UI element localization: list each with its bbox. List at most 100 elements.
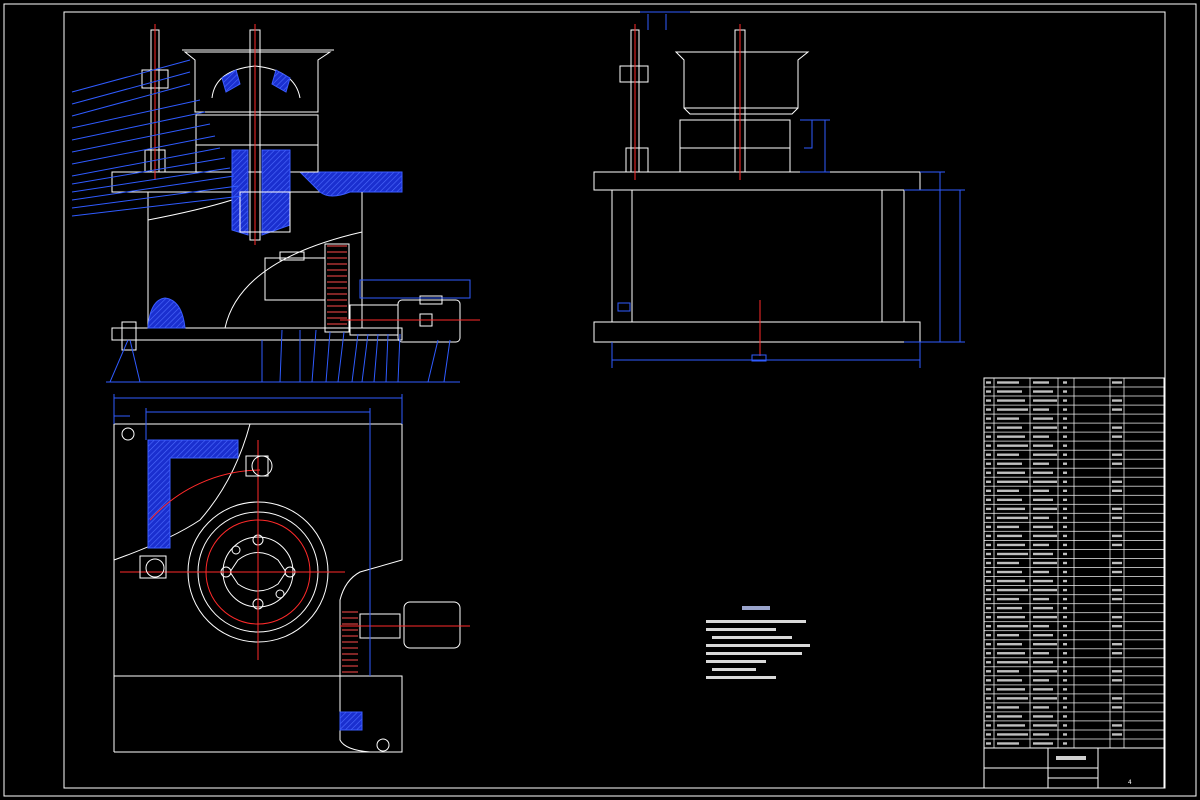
- parts-list-cell-mark: [997, 435, 1025, 438]
- bowl-cone-section: [221, 69, 241, 93]
- parts-list-cell-mark: [997, 733, 1028, 736]
- parts-list-cell-mark: [997, 381, 1019, 384]
- parts-list-cell-mark: [1063, 408, 1067, 411]
- motor-mount-bracket: [359, 279, 471, 299]
- cad-drawing-sheet: 4: [3, 3, 1197, 797]
- parts-list-cell-mark: [986, 679, 991, 682]
- parts-list-cell-mark: [986, 624, 991, 628]
- notes-line-5: [706, 652, 802, 655]
- parts-list-cell-mark: [997, 724, 1025, 727]
- plan-bolt-5: [231, 545, 241, 555]
- parts-list-cell-mark: [997, 715, 1022, 718]
- notes-line-4: [706, 644, 810, 647]
- parts-list-cell-mark: [997, 688, 1025, 691]
- gearbox-housing: [264, 257, 326, 301]
- side-bolt-left: [617, 302, 631, 312]
- front-elevation: [71, 24, 480, 383]
- parts-list-cell-mark: [997, 615, 1025, 619]
- bowl-cone-section-right: [271, 69, 291, 93]
- parts-list-cell-mark: [1063, 633, 1067, 637]
- parts-list-cell-mark: [1033, 381, 1049, 384]
- parts-list-cell-mark: [1063, 579, 1067, 583]
- parts-list-cell-mark: [1033, 715, 1053, 718]
- plan-corner-bolt-top: [121, 427, 135, 441]
- parts-list-cell-mark: [997, 652, 1025, 655]
- side-frame-window: [631, 189, 883, 323]
- parts-list-cell-mark: [1063, 733, 1067, 736]
- parts-list-cell-mark: [1033, 435, 1049, 438]
- parts-list-cell-mark: [986, 444, 991, 447]
- parts-list-cell-mark: [1063, 462, 1067, 465]
- parts-list-cell-mark: [997, 679, 1022, 682]
- parts-list-cell-mark: [1112, 507, 1122, 511]
- parts-list-cell-mark: [1112, 597, 1122, 601]
- parts-list-cell-mark: [997, 552, 1028, 556]
- parts-list-cell-mark: [997, 643, 1022, 646]
- parts-list-cell-mark: [1063, 624, 1067, 628]
- parts-list-cell-mark: [986, 706, 991, 709]
- parts-list-cell-mark: [1033, 733, 1049, 736]
- parts-list-cell-mark: [1063, 390, 1067, 393]
- parts-list-cell-mark: [986, 525, 991, 529]
- parts-list-cell-mark: [997, 471, 1025, 474]
- parts-list-cell-mark: [997, 417, 1019, 420]
- parts-list-cell-mark: [1063, 570, 1067, 574]
- plan-motor: [403, 601, 461, 649]
- side-frame: [611, 189, 905, 323]
- parts-list-cell-mark: [1063, 543, 1067, 547]
- belt-pulley-section: [327, 245, 347, 325]
- side-column-clamp: [619, 65, 649, 83]
- parts-list-cell-mark: [986, 480, 991, 483]
- parts-list-cell-mark: [986, 733, 991, 736]
- parts-list-cell-mark: [1063, 480, 1067, 483]
- parts-list-cell-mark: [997, 606, 1022, 610]
- parts-list-cell-mark: [997, 489, 1019, 493]
- parts-list-cell-mark: [997, 588, 1028, 592]
- side-elevation: [593, 11, 965, 368]
- parts-list-cell-mark: [1063, 507, 1067, 511]
- parts-list-cell-mark: [1063, 516, 1067, 520]
- parts-list-cell-mark: [986, 390, 991, 393]
- parts-list-cell-mark: [1112, 670, 1122, 673]
- parts-list-cell-mark: [997, 624, 1028, 628]
- parts-list-cell-mark: [986, 688, 991, 691]
- parts-list-cell-mark: [1033, 417, 1053, 420]
- parts-list-cell-mark: [986, 670, 991, 673]
- parts-list-cell-mark: [1112, 588, 1122, 592]
- parts-list-cell-mark: [1112, 489, 1122, 493]
- parts-list-cell-mark: [1063, 588, 1067, 592]
- parts-list-cell-mark: [1033, 507, 1057, 511]
- parts-list-cell-mark: [986, 453, 991, 456]
- title-block: 4: [983, 747, 1165, 789]
- parts-list-cell-mark: [1033, 633, 1053, 637]
- parts-list-cell-mark: [1033, 462, 1049, 465]
- parts-list-cell-mark: [1063, 661, 1067, 664]
- parts-list-cell-mark: [986, 561, 991, 565]
- base-plate: [111, 327, 403, 341]
- parts-list-cell-mark: [986, 381, 991, 384]
- parts-list-cell-mark: [1033, 615, 1057, 619]
- parts-list-cell-mark: [1063, 652, 1067, 655]
- parts-list-cell-mark: [1033, 453, 1057, 456]
- parts-list-cell-mark: [1063, 561, 1067, 565]
- anchor-bolt: [121, 321, 137, 351]
- parts-list-cell-mark: [997, 426, 1022, 429]
- parts-list-cell-mark: [1033, 679, 1049, 682]
- parts-list-cell-mark: [1112, 426, 1122, 429]
- parts-list-cell-mark: [997, 706, 1019, 709]
- parts-list-cell-mark: [1112, 624, 1122, 628]
- parts-list-cell-mark: [986, 715, 991, 718]
- notes-line-7: [712, 668, 756, 671]
- parts-list-cell-mark: [1063, 453, 1067, 456]
- parts-list-cell-mark: [1033, 498, 1053, 502]
- parts-list-cell-mark: [1063, 742, 1067, 745]
- parts-list-cell-mark: [1063, 426, 1067, 429]
- parts-list-cell-mark: [986, 399, 991, 402]
- parts-list-cell-mark: [997, 462, 1022, 465]
- plan-corner-bolt-bottom: [376, 738, 390, 752]
- notes-line-1: [706, 620, 806, 623]
- parts-list-cell-mark: [1063, 498, 1067, 502]
- plan-column-arm: [245, 455, 269, 477]
- parts-list-cell-mark: [1063, 615, 1067, 619]
- plan-column-clamp: [251, 455, 273, 477]
